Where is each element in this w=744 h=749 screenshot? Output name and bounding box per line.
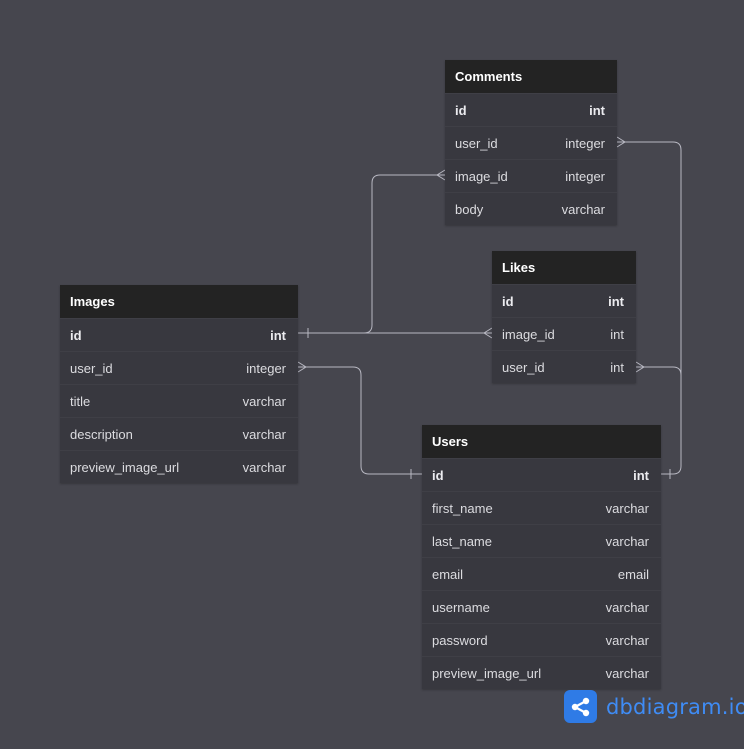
column-type: varchar	[242, 394, 286, 409]
diagram-canvas[interactable]: Comments id int user_id integer image_id…	[0, 0, 744, 749]
column-name: user_id	[502, 360, 545, 375]
column-name: description	[70, 427, 133, 442]
column-name: id	[70, 328, 82, 343]
column-name: image_id	[455, 169, 508, 184]
column-name: preview_image_url	[432, 666, 542, 681]
column-row[interactable]: first_name varchar	[422, 491, 661, 524]
relation-users-likes[interactable]	[636, 366, 682, 390]
relation-images-comments[interactable]	[298, 174, 445, 334]
table-header[interactable]: Images	[60, 285, 298, 318]
column-row[interactable]: username varchar	[422, 590, 661, 623]
column-row[interactable]: id int	[445, 93, 617, 126]
column-type: int	[610, 327, 624, 342]
column-name: user_id	[455, 136, 498, 151]
column-row[interactable]: id int	[422, 458, 661, 491]
column-row[interactable]: preview_image_url varchar	[60, 450, 298, 483]
column-row[interactable]: title varchar	[60, 384, 298, 417]
column-row[interactable]: id int	[492, 284, 636, 317]
column-row[interactable]: email email	[422, 557, 661, 590]
column-row[interactable]: id int	[60, 318, 298, 351]
column-type: varchar	[605, 534, 649, 549]
column-name: body	[455, 202, 484, 217]
column-type: varchar	[605, 600, 649, 615]
column-row[interactable]: password varchar	[422, 623, 661, 656]
table-comments[interactable]: Comments id int user_id integer image_id…	[445, 60, 617, 225]
column-row[interactable]: image_id int	[492, 317, 636, 350]
column-type: varchar	[242, 460, 286, 475]
table-images[interactable]: Images id int user_id integer title varc…	[60, 285, 298, 483]
column-row[interactable]: user_id integer	[60, 351, 298, 384]
brand-watermark[interactable]: dbdiagram.io	[564, 690, 744, 723]
column-type: integer	[565, 136, 605, 151]
column-name: username	[432, 600, 490, 615]
column-name: preview_image_url	[70, 460, 180, 475]
table-header[interactable]: Likes	[492, 251, 636, 284]
column-type: int	[608, 294, 624, 309]
column-type: integer	[565, 169, 605, 184]
column-name: user_id	[70, 361, 113, 376]
column-type: int	[270, 328, 286, 343]
column-type: varchar	[242, 427, 286, 442]
table-header[interactable]: Comments	[445, 60, 617, 93]
column-type: varchar	[561, 202, 605, 217]
column-row[interactable]: description varchar	[60, 417, 298, 450]
column-row[interactable]: image_id integer	[445, 159, 617, 192]
share-nodes-icon	[564, 690, 597, 723]
column-name: first_name	[432, 501, 493, 516]
column-name: id	[455, 103, 467, 118]
column-row[interactable]: user_id int	[492, 350, 636, 383]
column-type: integer	[246, 361, 286, 376]
column-type: int	[589, 103, 605, 118]
column-row[interactable]: user_id integer	[445, 126, 617, 159]
brand-name: dbdiagram.io	[606, 694, 744, 719]
column-type: int	[633, 468, 649, 483]
column-type: int	[610, 360, 624, 375]
column-row[interactable]: body varchar	[445, 192, 617, 225]
column-type: varchar	[605, 633, 649, 648]
column-name: id	[432, 468, 444, 483]
column-name: last_name	[432, 534, 492, 549]
relation-users-images[interactable]	[298, 366, 422, 475]
column-type: varchar	[605, 501, 649, 516]
column-name: password	[432, 633, 488, 648]
column-name: id	[502, 294, 514, 309]
column-name: email	[432, 567, 464, 582]
column-type: varchar	[605, 666, 649, 681]
column-name: image_id	[502, 327, 555, 342]
column-type: email	[617, 567, 649, 582]
column-row[interactable]: preview_image_url varchar	[422, 656, 661, 689]
table-header[interactable]: Users	[422, 425, 661, 458]
column-row[interactable]: last_name varchar	[422, 524, 661, 557]
table-likes[interactable]: Likes id int image_id int user_id int	[492, 251, 636, 383]
column-name: title	[70, 394, 91, 409]
table-users[interactable]: Users id int first_name varchar last_nam…	[422, 425, 661, 689]
